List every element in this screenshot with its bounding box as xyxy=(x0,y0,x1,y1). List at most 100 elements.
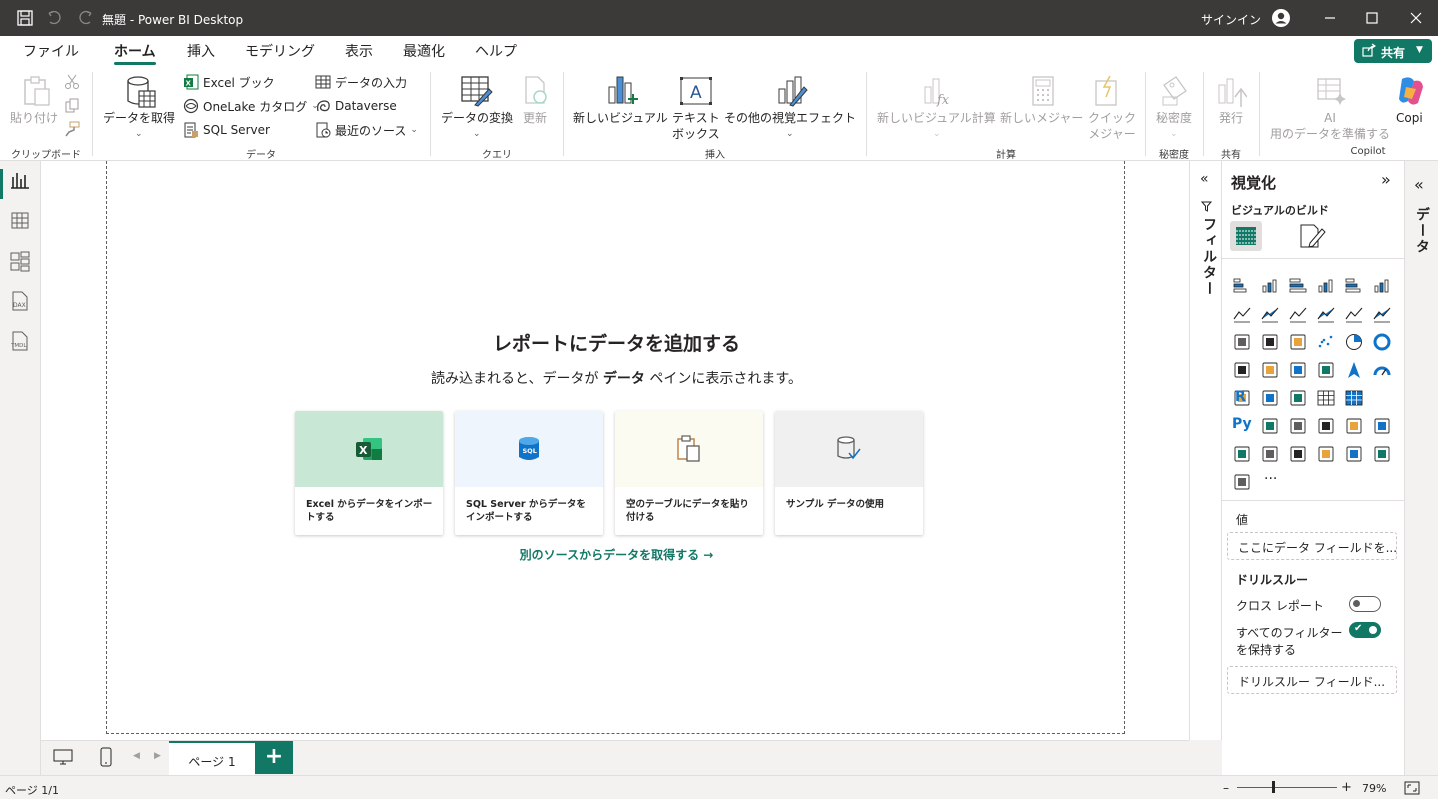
paste-button[interactable]: 貼り付け xyxy=(10,110,58,126)
table-view-icon[interactable] xyxy=(8,209,32,233)
power-apps-icon[interactable] xyxy=(1232,444,1252,464)
new-visual-calculation-button[interactable]: 新しいビジュアル計算 xyxy=(877,110,996,126)
100-stacked-column-icon[interactable] xyxy=(1372,276,1392,296)
chevron-down-icon[interactable]: ⌄ xyxy=(1170,129,1178,139)
clustered-bar-icon[interactable] xyxy=(1288,276,1308,296)
get-data-button[interactable]: データを取得 xyxy=(103,110,175,126)
build-visual-tab[interactable] xyxy=(1230,221,1262,251)
tab-optimize[interactable]: 最適化 xyxy=(403,41,445,61)
sql-server-button[interactable]: SQL Server xyxy=(183,120,270,140)
chevron-down-icon[interactable]: ⌄ xyxy=(933,129,941,139)
dataverse-button[interactable]: Dataverse xyxy=(315,96,397,116)
sample-data-card[interactable]: サンプル データの使用 xyxy=(775,411,923,535)
minimize-icon[interactable] xyxy=(1321,9,1339,27)
key-influencers-icon[interactable] xyxy=(1288,416,1308,436)
import-sql-card[interactable]: SQL SQL Server からデータをインポートする xyxy=(455,411,603,535)
copy-icon[interactable] xyxy=(64,98,80,114)
clustered-column-icon[interactable] xyxy=(1316,276,1336,296)
power-automate-icon[interactable] xyxy=(1260,444,1280,464)
100-stacked-area-icon[interactable] xyxy=(1316,304,1336,324)
zoom-slider-track[interactable] xyxy=(1237,787,1337,788)
transform-data-button[interactable]: データの変換 xyxy=(441,110,513,126)
paginated-report-icon[interactable] xyxy=(1372,416,1392,436)
paste-data-card[interactable]: 空のテーブルにデータを貼り付ける xyxy=(615,411,763,535)
donut-chart-icon[interactable] xyxy=(1372,332,1392,352)
sign-in-link[interactable]: サインイン xyxy=(1201,11,1261,28)
kpi-icon[interactable] xyxy=(1260,388,1280,408)
expand-data-pane-icon[interactable]: « xyxy=(1414,175,1424,194)
arcgis-icon[interactable] xyxy=(1344,444,1364,464)
r-visual-icon[interactable]: R xyxy=(1235,389,1246,405)
undo-icon[interactable] xyxy=(46,9,64,27)
waterfall-icon[interactable] xyxy=(1260,332,1280,352)
text-box-button[interactable]: テキスト ボックス xyxy=(672,110,720,142)
get-data-other-source-link[interactable]: 別のソースからデータを取得する → xyxy=(107,546,1126,563)
100-stacked-bar-icon[interactable] xyxy=(1344,276,1364,296)
add-page-button[interactable]: + xyxy=(255,741,293,774)
refresh-button[interactable]: 更新 xyxy=(523,110,547,126)
keep-all-filters-toggle[interactable]: ✔ xyxy=(1349,622,1381,638)
page-scroll-left-icon[interactable]: ◀ xyxy=(133,751,140,761)
account-icon[interactable] xyxy=(1271,8,1291,28)
chevron-down-icon[interactable]: ⌄ xyxy=(473,129,481,139)
zoom-out-button[interactable]: – xyxy=(1223,781,1229,795)
funnel-icon[interactable] xyxy=(1288,332,1308,352)
collapse-pane-icon[interactable]: » xyxy=(1381,170,1391,189)
mobile-layout-icon[interactable] xyxy=(100,747,112,767)
table-visual-icon[interactable] xyxy=(1316,388,1336,408)
format-visual-tab[interactable] xyxy=(1298,223,1326,249)
save-icon[interactable] xyxy=(16,9,34,27)
copilot-button[interactable]: Copi xyxy=(1396,110,1423,126)
report-canvas[interactable]: レポートにデータを追加する 読み込まれると、データが データ ペインに表示されま… xyxy=(106,161,1125,734)
pie-chart-icon[interactable] xyxy=(1344,332,1364,352)
cut-icon[interactable] xyxy=(64,74,80,90)
fit-to-page-icon[interactable] xyxy=(1404,781,1420,795)
excel-workbook-button[interactable]: X Excel ブック xyxy=(183,72,275,92)
report-view-icon[interactable] xyxy=(8,169,32,193)
image-visual-icon[interactable] xyxy=(1316,444,1336,464)
stacked-bar-icon[interactable] xyxy=(1232,276,1252,296)
expand-filters-icon[interactable]: « xyxy=(1200,171,1209,187)
enter-data-button[interactable]: データの入力 xyxy=(315,72,407,92)
filled-map-icon[interactable] xyxy=(1288,360,1308,380)
chevron-down-icon[interactable]: ⌄ xyxy=(786,129,794,139)
chevron-visual-icon[interactable] xyxy=(1232,472,1252,492)
desktop-layout-icon[interactable] xyxy=(53,748,73,766)
goals-icon[interactable] xyxy=(1344,416,1364,436)
publish-button[interactable]: 発行 xyxy=(1219,110,1243,126)
filters-pane-collapsed[interactable]: « フィルター xyxy=(1189,161,1222,740)
page-scroll-right-icon[interactable]: ▶ xyxy=(154,751,161,761)
slicer-icon[interactable] xyxy=(1288,388,1308,408)
area-chart-icon[interactable] xyxy=(1260,304,1280,324)
close-icon[interactable] xyxy=(1407,9,1425,27)
cross-report-toggle[interactable] xyxy=(1349,596,1381,612)
new-measure-button[interactable]: 新しいメジャー xyxy=(1000,110,1083,126)
line-chart-icon[interactable] xyxy=(1232,304,1252,324)
recent-sources-button[interactable]: 最近のソース ⌄ xyxy=(315,120,418,140)
map-icon[interactable] xyxy=(1260,360,1280,380)
more-visuals-button[interactable]: その他の視覚エフェクト xyxy=(724,110,856,126)
format-painter-icon[interactable] xyxy=(64,121,80,137)
treemap-icon[interactable] xyxy=(1232,360,1252,380)
line-clustered-column-icon[interactable] xyxy=(1372,304,1392,324)
tab-help[interactable]: ヘルプ xyxy=(475,41,517,61)
tab-modeling[interactable]: モデリング xyxy=(245,41,315,61)
drillthrough-field-well[interactable]: ドリルスルー フィールド... xyxy=(1227,666,1397,694)
tab-insert[interactable]: 挿入 xyxy=(187,41,215,61)
ai-prep-button[interactable]: AI 用のデータを準備する xyxy=(1270,110,1390,142)
dax-query-view-icon[interactable]: DAX xyxy=(8,289,32,313)
tab-home[interactable]: ホーム xyxy=(114,41,156,61)
sensitivity-button[interactable]: 秘密度 xyxy=(1156,110,1192,126)
matrix-icon[interactable] xyxy=(1344,388,1364,408)
new-visual-button[interactable]: 新しいビジュアル xyxy=(573,110,668,126)
zoom-in-button[interactable]: + xyxy=(1341,780,1352,795)
values-field-well[interactable]: ここにデータ フィールドを... xyxy=(1227,532,1397,560)
data-pane-collapsed[interactable]: « データ xyxy=(1405,161,1438,775)
narrative-icon[interactable] xyxy=(1316,416,1336,436)
zoom-slider-thumb[interactable] xyxy=(1272,781,1275,793)
page-tab-1[interactable]: ページ 1 xyxy=(169,741,255,776)
share-button[interactable]: 共有 ▼ xyxy=(1354,39,1432,63)
more-visuals-icon[interactable]: ··· xyxy=(1264,471,1277,487)
import-excel-card[interactable]: X Excel からデータをインポートする xyxy=(295,411,443,535)
tmdl-view-icon[interactable]: TMDL xyxy=(8,329,32,353)
